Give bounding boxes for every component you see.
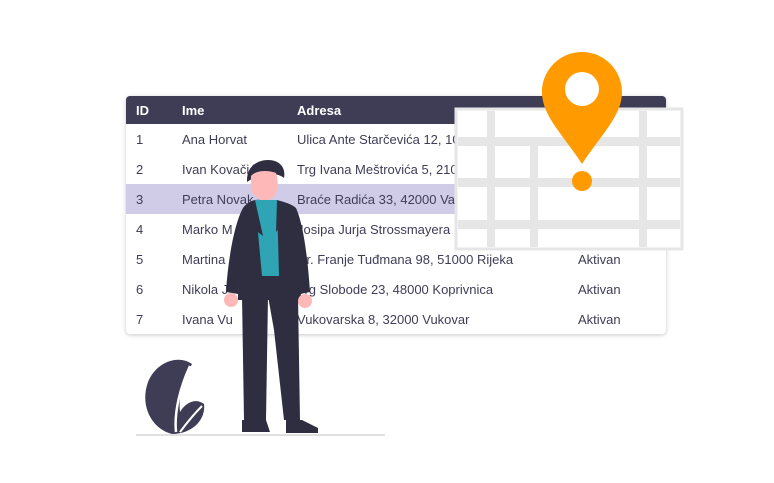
illustration-overlay — [136, 52, 684, 436]
plant-leaf-icon — [145, 359, 205, 434]
person-standing-icon — [224, 160, 318, 433]
illustration-stage: ID Ime Adresa 1 Ana Horvat Ulica Ante St… — [0, 0, 774, 483]
